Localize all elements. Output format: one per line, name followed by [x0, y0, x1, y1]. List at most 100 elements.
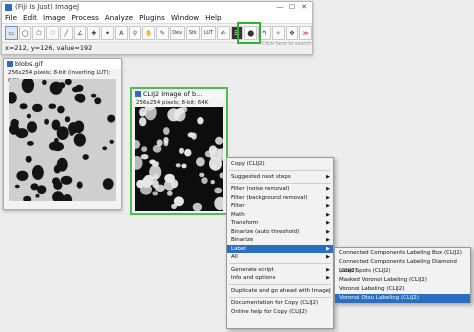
menu-item-label: Binarize (auto threshold)	[231, 228, 300, 235]
submenu-arrow-icon: ▶	[326, 245, 330, 252]
submenu-arrow-icon: ▶	[326, 254, 330, 260]
lut-button[interactable]: LUT	[201, 26, 216, 40]
menu-analyze[interactable]: Analyze	[105, 13, 133, 23]
context-menu-item[interactable]: Copy (CLIJ2)	[227, 160, 333, 169]
close-icon[interactable]: ✕	[298, 3, 310, 12]
context-menu-item[interactable]: Online help for Copy (CLIJ2)	[227, 308, 333, 317]
submenu-arrow-icon: ▶	[326, 266, 330, 273]
menu-item-label: Documentation for Copy (CLIJ2)	[231, 300, 319, 306]
menu-edit[interactable]: Edit	[23, 13, 37, 23]
submenu-item[interactable]: Connected Components Labeling Diamond (C…	[335, 258, 470, 274]
blobs-title: blobs.gif	[15, 60, 43, 68]
minimize-icon[interactable]: —	[274, 3, 286, 12]
image-window-icon	[7, 61, 13, 67]
stk-button[interactable]: Stk	[185, 26, 201, 40]
menu-item-label: Binarize	[231, 237, 254, 243]
magic-tool-icon[interactable]: ✧	[271, 26, 285, 40]
menu-separator	[229, 263, 331, 264]
menu-bar: File Edit Image Process Analyze Plugins Window…	[2, 13, 312, 23]
context-menu: Copy (CLIJ2) Suggested next steps ▶ Filter …	[226, 157, 334, 329]
toolbar: ▭ ◯ ⬠ ♡ ╱ ∠ ✚ ✦ A ⚲ ✋ ✎ Dev Stk LUT ✍ ☰ …	[2, 23, 313, 42]
dropper-tool-icon[interactable]: ✎	[156, 26, 169, 40]
move-tool-icon[interactable]: ✥	[285, 26, 299, 40]
search-hint[interactable]: Click here to search	[262, 41, 312, 47]
clij-title-bar[interactable]: CLIJ2 Image of b...	[132, 89, 226, 99]
context-menu-item[interactable]: Transform ▶	[227, 219, 333, 228]
menu-item-label: Duplicate and go ahead with ImageJ	[231, 287, 331, 294]
submenu-item[interactable]: Connected Components Labeling Box (CLIJ2…	[335, 249, 470, 258]
context-menu-item[interactable]: Filter ▶	[227, 202, 333, 211]
menu-item-label: All	[231, 254, 238, 260]
brush-tool-icon[interactable]: ✍	[216, 26, 230, 40]
submenu-item[interactable]: Voronoi Labeling (CLIJ2)	[335, 285, 470, 294]
menu-image[interactable]: Image	[43, 13, 66, 23]
image-window-icon	[135, 91, 141, 97]
context-menu-item[interactable]: Suggested next steps ▶	[227, 173, 333, 182]
context-menu-item[interactable]: Filter (background removal) ▶	[227, 194, 333, 203]
menu-file[interactable]: File	[5, 13, 17, 23]
menu-plugins[interactable]: Plugins	[139, 13, 165, 23]
clij-image-window[interactable]: CLIJ2 Image of b... 256x254 pixels; 8-bi…	[130, 87, 228, 215]
polygon-tool-icon[interactable]: ⬠	[32, 26, 46, 40]
hand-tool-icon[interactable]: ✋	[142, 26, 156, 40]
text-tool-icon[interactable]: A	[114, 26, 128, 40]
context-menu-item[interactable]: Binarize (auto threshold) ▶	[227, 228, 333, 237]
context-menu-item[interactable]: Duplicate and go ahead with ImageJ	[227, 287, 333, 296]
menu-item-label: Online help for Copy (CLIJ2)	[231, 308, 308, 315]
wand-tool-icon[interactable]: ✦	[101, 26, 114, 40]
context-menu-item[interactable]: Documentation for Copy (CLIJ2)	[227, 299, 333, 308]
menu-separator	[229, 182, 331, 184]
context-menu-item[interactable]: Math ▶	[227, 211, 333, 220]
submenu-item[interactable]: Label Spots (CLIJ2)	[335, 267, 470, 276]
context-menu-item[interactable]: Label ▶	[227, 244, 333, 253]
dev-button[interactable]: Dev	[169, 26, 185, 40]
window-controls: — ☐ ✕	[274, 3, 310, 12]
submenu-arrow-icon: ▶	[326, 203, 330, 209]
highlight-annotation	[237, 22, 261, 44]
blobs-image[interactable]	[9, 79, 116, 201]
menu-item-label: Generate script	[231, 266, 274, 273]
submenu-arrow-icon: ▶	[326, 211, 330, 218]
blobs-title-bar[interactable]: blobs.gif	[4, 59, 121, 69]
submenu-arrow-icon: ▶	[326, 237, 330, 243]
context-menu-item[interactable]: Binarize ▶	[227, 236, 333, 245]
context-menu-item[interactable]: Info and options ▶	[227, 274, 333, 283]
submenu-arrow-icon: ▶	[326, 275, 330, 281]
context-menu-item[interactable]: Filter (noise removal) ▶	[227, 185, 333, 194]
submenu-arrow-icon: ▶	[326, 194, 330, 201]
maximize-icon[interactable]: ☐	[286, 3, 298, 12]
menu-item-label: Filter (background removal)	[231, 194, 308, 201]
label-submenu: Connected Components Labeling Box (CLIJ2…	[334, 247, 471, 303]
menu-item-label: Copy (CLIJ2)	[231, 161, 265, 167]
menu-separator	[229, 296, 331, 298]
submenu-arrow-icon: ▶	[326, 228, 330, 235]
line-tool-icon[interactable]: ╱	[59, 26, 73, 40]
clij-info: 256x254 pixels; 8-bit; 64K	[136, 100, 209, 106]
menu-help[interactable]: Help	[205, 13, 221, 23]
oval-tool-icon[interactable]: ◯	[18, 26, 32, 40]
context-menu-item[interactable]: All ▶	[227, 253, 333, 262]
submenu-arrow-icon: ▶	[326, 220, 330, 226]
blobs-image-window[interactable]: blobs.gif 256x254 pixels; 8-bit (inverti…	[3, 58, 122, 210]
freehand-tool-icon[interactable]: ♡	[46, 26, 59, 40]
menu-process[interactable]: Process	[71, 13, 98, 23]
context-menu-item[interactable]: Generate script ▶	[227, 266, 333, 275]
more-tools-icon[interactable]: ≫	[299, 26, 313, 40]
menu-item-label: Math	[231, 211, 245, 218]
imagej-title-bar[interactable]: (Fiji Is Just) ImageJ — ☐ ✕	[2, 2, 312, 13]
menu-separator	[229, 170, 331, 171]
submenu-arrow-icon: ▶	[326, 186, 330, 192]
menu-window[interactable]: Window	[171, 13, 199, 23]
submenu-item[interactable]: Voronoi Otsu Labeling (CLIJ2)	[335, 294, 470, 303]
menu-item-label: Label	[231, 245, 246, 252]
clij-title: CLIJ2 Image of b...	[143, 90, 203, 98]
point-tool-icon[interactable]: ✚	[87, 26, 101, 40]
menu-item-label: Filter	[231, 203, 245, 209]
angle-tool-icon[interactable]: ∠	[73, 26, 87, 40]
menu-item-label: Info and options	[231, 275, 276, 281]
fiji-app-icon	[5, 4, 12, 11]
rectangle-tool-icon[interactable]: ▭	[5, 26, 18, 40]
clij-image[interactable]	[135, 107, 223, 211]
zoom-tool-icon[interactable]: ⚲	[128, 26, 142, 40]
submenu-item[interactable]: Masked Voronoi Labeling (CLIJ2)	[335, 276, 470, 285]
